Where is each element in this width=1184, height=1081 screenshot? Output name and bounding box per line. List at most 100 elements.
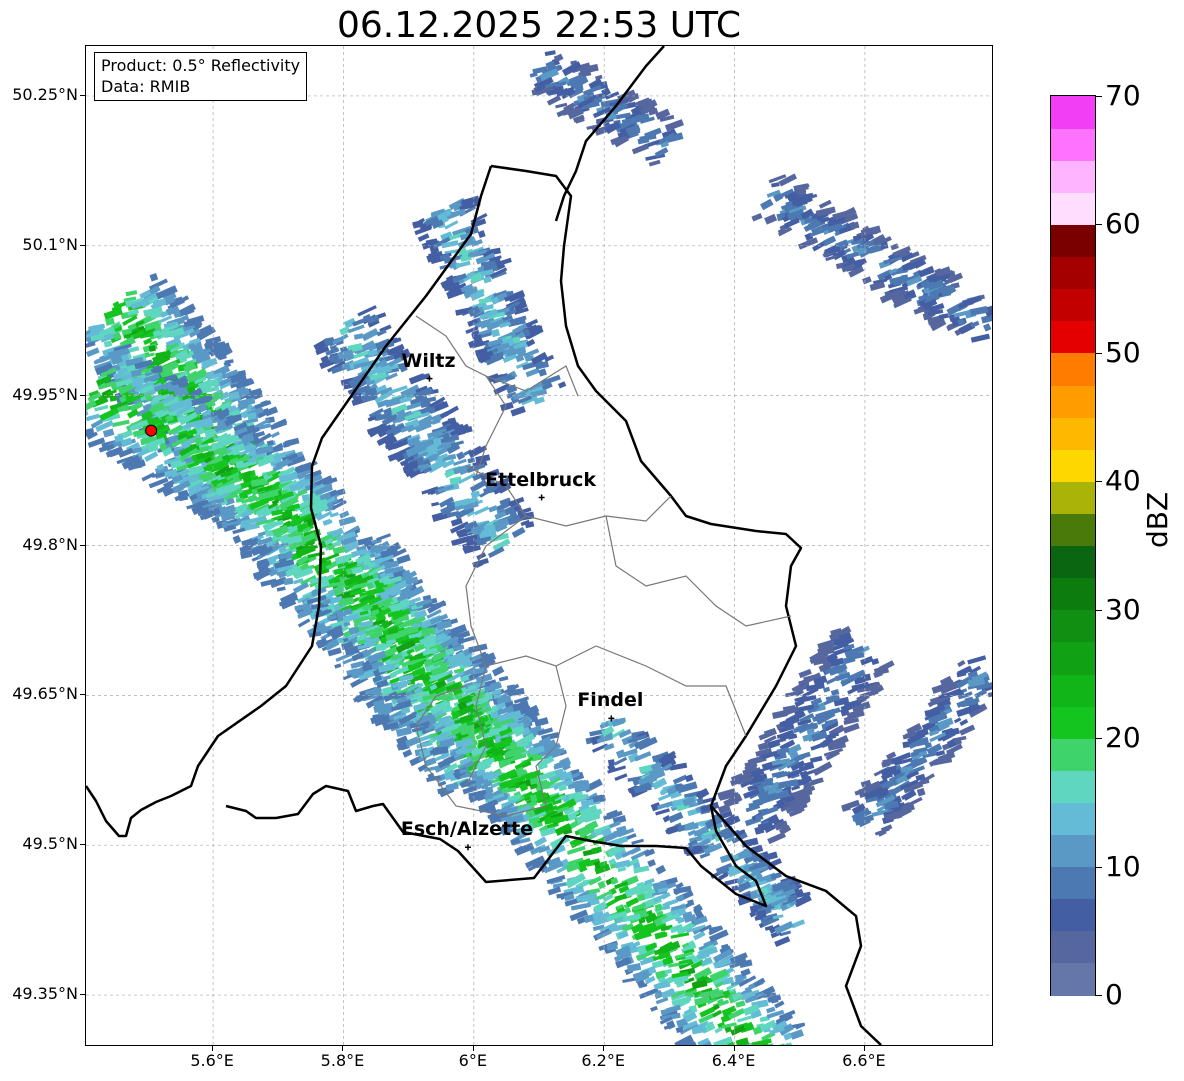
colorbar-tick-label: 50 (1105, 335, 1141, 369)
colorbar-segment (1051, 449, 1095, 482)
echo-cell (254, 400, 272, 410)
echo-cell (714, 1026, 723, 1034)
lon-tick (212, 1046, 214, 1051)
echo-cell (242, 488, 253, 496)
colorbar-segment (1051, 96, 1095, 129)
echo-cell (655, 864, 667, 875)
colorbar-segment (1051, 224, 1095, 258)
echo-cell (752, 798, 763, 808)
echo-cell (862, 276, 872, 285)
radar-map-panel[interactable] (85, 45, 993, 1046)
lon-tick (342, 1046, 344, 1051)
echo-cell (822, 235, 837, 247)
colorbar-segment (1051, 834, 1095, 868)
lon-tick-label: 6.6°E (842, 1051, 886, 1070)
echo-cell (812, 761, 833, 776)
echo-cell (264, 406, 279, 417)
echo-cell (767, 831, 786, 845)
echo-cell (916, 787, 926, 797)
echo-cell (232, 535, 242, 544)
echo-cell (376, 533, 391, 542)
echo-cell (672, 774, 688, 785)
echo-cell (452, 458, 467, 466)
echo-cell (538, 368, 547, 377)
echo-cell (491, 665, 505, 677)
city-label: Ettelbruck (485, 468, 597, 491)
lon-tick (603, 1046, 605, 1051)
colorbar-tick (1096, 352, 1102, 354)
echo-cell (297, 618, 311, 628)
echo-cell (751, 212, 763, 222)
colorbar-segment (1051, 481, 1095, 514)
colorbar-segment (1051, 770, 1095, 803)
echo-cell (546, 95, 562, 106)
echo-cell (86, 341, 96, 350)
lat-tick (80, 394, 85, 396)
city-marker (538, 494, 545, 501)
colorbar-segment (1051, 609, 1095, 643)
echo-cell (557, 381, 567, 389)
echo-cell (983, 323, 992, 332)
colorbar-tick (1096, 995, 1102, 996)
lat-tick-label: 49.8°N (22, 534, 78, 554)
colorbar-tick-label: 30 (1105, 592, 1141, 626)
echo-cell (511, 526, 526, 539)
echo-cell (445, 782, 459, 792)
colorbar-tick (1096, 224, 1102, 226)
colorbar-segment (1051, 673, 1095, 707)
colorbar-tick (1096, 609, 1102, 611)
echo-cell (396, 554, 411, 565)
echo-cell (751, 1038, 772, 1045)
echo-cell (86, 347, 100, 358)
echo-cell (483, 276, 492, 284)
echo-cell (970, 333, 990, 343)
echo-cell (597, 880, 606, 890)
echo-cell (477, 230, 486, 239)
lat-tick-label: 49.5°N (22, 834, 78, 854)
echo-cell (967, 655, 987, 665)
colorbar-segment (1051, 930, 1095, 964)
lat-tick (80, 544, 85, 546)
echo-cell (182, 306, 195, 316)
echo-cell (488, 505, 498, 513)
lat-tick (80, 94, 85, 96)
lon-tick (472, 1046, 474, 1051)
lat-tick (80, 994, 85, 996)
echo-cell (974, 688, 988, 699)
echo-cell (969, 306, 988, 316)
colorbar-segment (1051, 256, 1095, 290)
lat-tick (80, 244, 85, 246)
echo-cell (771, 1043, 786, 1045)
echo-cell (962, 295, 982, 307)
echo-cell (737, 1014, 754, 1023)
colorbar-segment (1051, 417, 1095, 450)
echo-cell (987, 690, 992, 698)
echo-cell (766, 1006, 776, 1014)
lon-tick-label: 6°E (458, 1051, 487, 1070)
echo-cell (760, 198, 774, 211)
info-box: Product: 0.5° Reflectivity Data: RMIB (94, 52, 308, 101)
colorbar-segment (1051, 160, 1095, 193)
map-title: 06.12.2025 22:53 UTC (336, 5, 742, 46)
colorbar-tick-label: 10 (1105, 849, 1141, 883)
echo-cell (148, 345, 156, 352)
colorbar-segment (1051, 384, 1095, 418)
echo-cell (774, 936, 791, 948)
radar-site-marker[interactable] (145, 424, 158, 437)
colorbar-segment (1051, 898, 1095, 932)
colorbar-segment (1051, 577, 1095, 611)
colorbar-unit: dBZ (1141, 491, 1174, 548)
colorbar-tick (1096, 738, 1102, 740)
echo-cell (149, 272, 159, 282)
echo-cell (771, 182, 780, 188)
colorbar-tick (1096, 96, 1102, 97)
echo-cell (684, 774, 694, 783)
lat-tick (80, 694, 85, 696)
echo-cell (740, 968, 751, 977)
echo-cell (770, 872, 782, 880)
lat-tick-label: 49.65°N (12, 684, 78, 704)
echo-cell (102, 428, 115, 438)
lon-tick-label: 6.4°E (711, 1051, 756, 1070)
echo-cell (408, 373, 426, 385)
echo-cell (650, 1005, 658, 1012)
